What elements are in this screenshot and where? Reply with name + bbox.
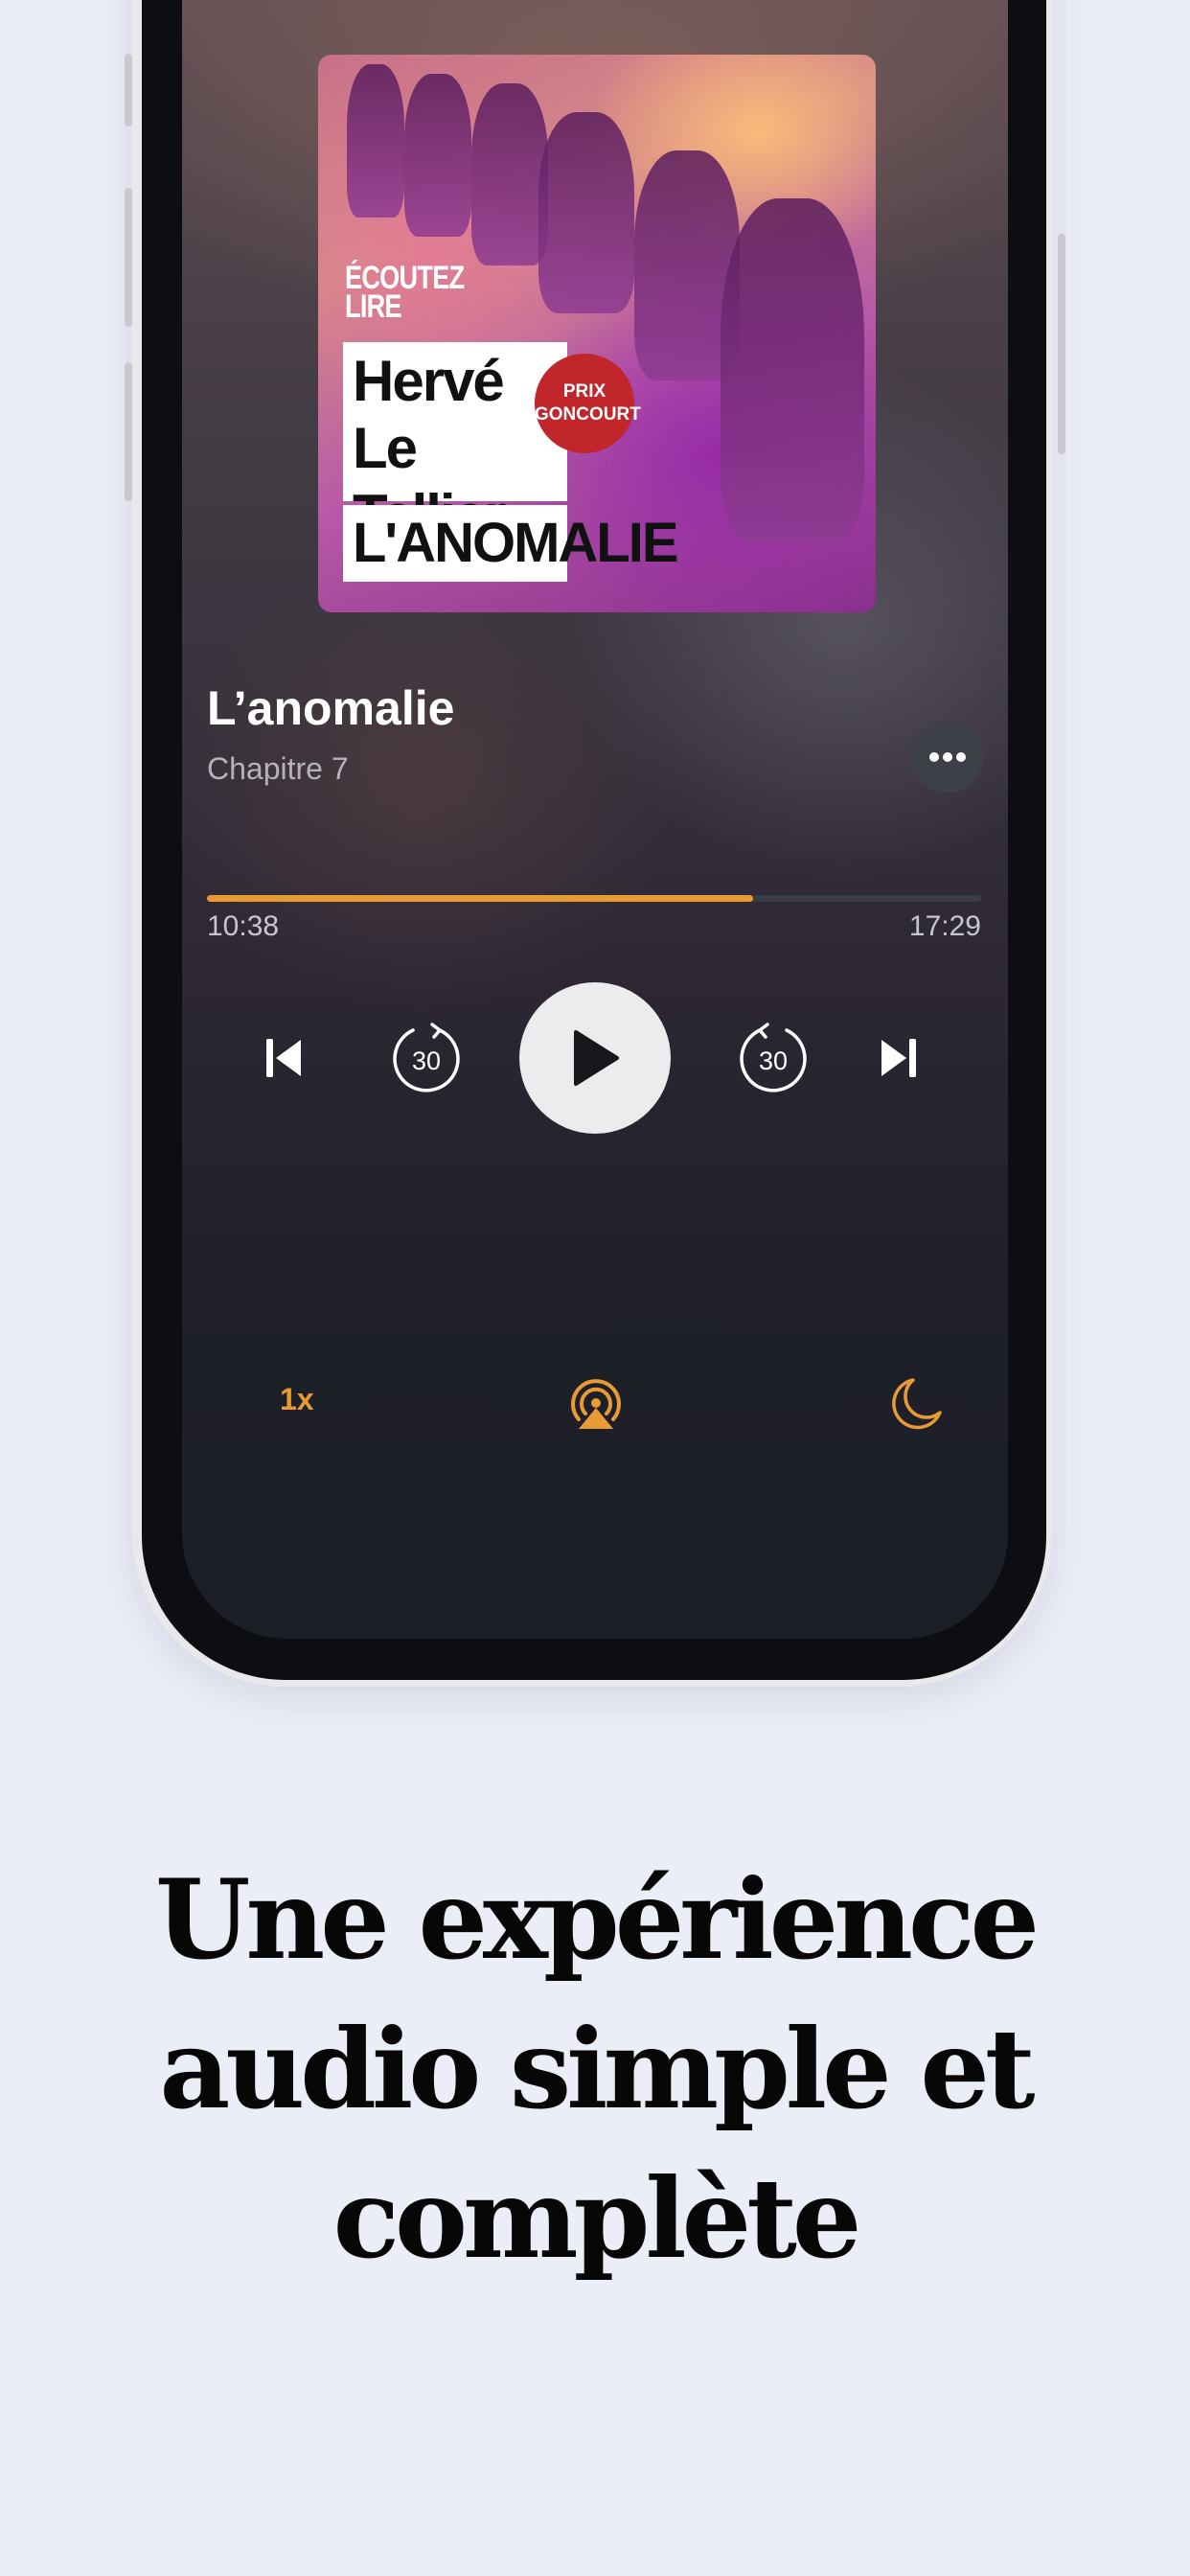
rewind-30-button[interactable]: 30 xyxy=(383,1016,469,1102)
forward-seconds-label: 30 xyxy=(759,1046,788,1075)
forward-30-button[interactable]: 30 xyxy=(730,1016,816,1102)
forward-30-icon: 30 xyxy=(740,1023,807,1092)
next-button[interactable] xyxy=(860,1020,937,1096)
progress-fill xyxy=(207,895,753,902)
ellipsis-icon xyxy=(929,752,966,762)
track-title: L’anomalie xyxy=(207,681,455,735)
previous-button[interactable] xyxy=(245,1020,322,1096)
cover-figure xyxy=(471,83,548,265)
play-icon xyxy=(574,1030,619,1086)
rewind-30-icon: 30 xyxy=(393,1023,460,1092)
airplay-icon xyxy=(571,1379,621,1429)
more-options-button[interactable] xyxy=(912,722,983,793)
award-badge: PRIX GONCOURT xyxy=(535,354,641,453)
play-button[interactable] xyxy=(519,982,671,1134)
moon-icon xyxy=(892,1378,942,1430)
cover-author: Hervé Le Tellier xyxy=(343,342,567,547)
skip-back-icon xyxy=(266,1039,301,1077)
phone-volume-up-button xyxy=(125,188,132,327)
phone-volume-down-button xyxy=(125,362,132,501)
phone-side-button xyxy=(125,54,132,126)
cover-figure xyxy=(347,64,404,218)
sleep-timer-button[interactable] xyxy=(878,1366,954,1442)
cover-figure xyxy=(538,112,634,313)
playback-speed-button[interactable]: 1x xyxy=(280,1382,314,1417)
elapsed-time: 10:38 xyxy=(207,910,280,942)
cover-title: L'ANOMALIE xyxy=(343,505,679,582)
skip-forward-icon xyxy=(881,1039,916,1077)
cover-figure xyxy=(404,74,471,237)
progress-bar[interactable] xyxy=(207,895,981,902)
cover-publisher-stamp: ÉCOUTEZ LIRE xyxy=(345,260,465,325)
track-chapter: Chapitre 7 xyxy=(207,751,349,786)
album-cover: ÉCOUTEZ LIRE Hervé Le Tellier L'ANOMALIE… xyxy=(318,55,876,612)
airplay-button[interactable] xyxy=(558,1366,634,1442)
remaining-time: 17:29 xyxy=(908,910,981,942)
promo-headline: Une expérience audio simple et complète xyxy=(155,1855,1040,2283)
phone-power-button xyxy=(1058,234,1065,454)
cover-figure xyxy=(721,198,864,543)
rewind-seconds-label: 30 xyxy=(412,1046,441,1075)
player-screen: ÉCOUTEZ LIRE Hervé Le Tellier L'ANOMALIE… xyxy=(182,0,1008,1639)
